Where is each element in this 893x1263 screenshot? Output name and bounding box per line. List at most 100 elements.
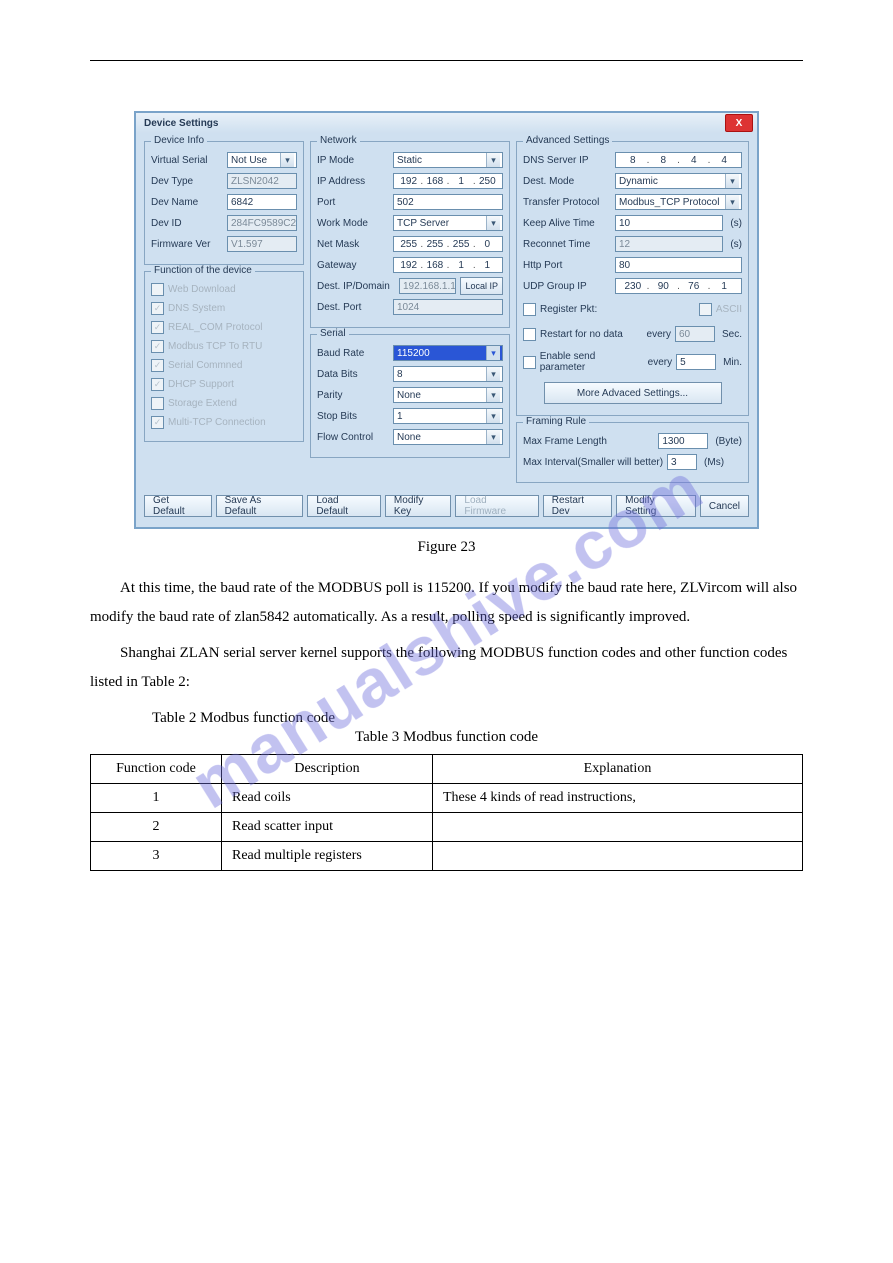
restart-dev-button[interactable]: Restart Dev	[543, 495, 612, 517]
th-code: Function code	[91, 754, 222, 783]
dest-port-label: Dest. Port	[317, 302, 389, 313]
netmask-field[interactable]: 255. 255. 255. 0	[393, 236, 503, 252]
load-firmware-button[interactable]: Load Firmware	[455, 495, 538, 517]
close-button[interactable]: X	[725, 114, 753, 132]
save-default-button[interactable]: Save As Default	[216, 495, 304, 517]
udp-label: UDP Group IP	[523, 281, 611, 292]
framing-group: Framing Rule Max Frame Length 1300 (Byte…	[516, 422, 749, 483]
dest-mode-select[interactable]: Dynamic	[615, 173, 742, 189]
work-mode-select[interactable]: TCP Server	[393, 215, 503, 231]
th-desc: Description	[222, 754, 433, 783]
keepalive-field[interactable]: 10	[615, 215, 723, 231]
function-checkbox[interactable]	[151, 397, 164, 410]
stopbits-label: Stop Bits	[317, 411, 389, 422]
function-item: Web Download	[151, 281, 297, 297]
http-label: Http Port	[523, 260, 611, 271]
databits-select[interactable]: 8	[393, 366, 503, 382]
register-pkt-checkbox[interactable]	[523, 303, 536, 316]
function-checkbox[interactable]: ✓	[151, 340, 164, 353]
modify-key-button[interactable]: Modify Key	[385, 495, 451, 517]
cancel-button[interactable]: Cancel	[700, 495, 749, 517]
function-checkbox[interactable]	[151, 283, 164, 296]
function-item: ✓Serial Commned	[151, 357, 297, 373]
function-item: ✓DHCP Support	[151, 376, 297, 392]
ascii-checkbox[interactable]	[699, 303, 712, 316]
function-item: ✓DNS System	[151, 300, 297, 316]
function-checkbox[interactable]: ✓	[151, 416, 164, 429]
dev-id-label: Dev ID	[151, 218, 223, 229]
maxframe-label: Max Frame Length	[523, 436, 607, 447]
dev-type-field: ZLSN2042	[227, 173, 297, 189]
ip-address-field[interactable]: 192. 168. 1. 250	[393, 173, 503, 189]
figure-caption: Figure 23	[90, 539, 803, 556]
network-legend: Network	[317, 135, 360, 146]
send-value-field[interactable]: 5	[676, 354, 716, 370]
dev-type-label: Dev Type	[151, 176, 223, 187]
dest-ip-label: Dest. IP/Domain	[317, 281, 395, 292]
port-field[interactable]: 502	[393, 194, 503, 210]
transfer-select[interactable]: Modbus_TCP Protocol	[615, 194, 742, 210]
dest-ip-field[interactable]: 192.168.1.149	[399, 278, 456, 294]
more-advanced-button[interactable]: More Advaced Settings...	[544, 382, 722, 404]
virtual-serial-select[interactable]: Not Use	[227, 152, 297, 168]
paragraph-1: At this time, the baud rate of the MODBU…	[90, 574, 803, 631]
databits-label: Data Bits	[317, 369, 389, 380]
network-group: Network IP Mode Static IP Address 192. 1…	[310, 141, 510, 328]
parity-select[interactable]: None	[393, 387, 503, 403]
window-title: Device Settings	[144, 118, 218, 129]
restart-every-label: every	[647, 329, 671, 340]
function-label: Modbus TCP To RTU	[168, 341, 262, 352]
dev-name-field[interactable]: 6842	[227, 194, 297, 210]
dns-label: DNS Server IP	[523, 155, 611, 166]
maxinterval-unit: (Ms)	[704, 457, 724, 468]
reconnect-field[interactable]: 12	[615, 236, 723, 252]
udp-field[interactable]: 230. 90. 76. 1	[615, 278, 742, 294]
function-checkbox[interactable]: ✓	[151, 321, 164, 334]
dev-id-field: 284FC9589C2B	[227, 215, 297, 231]
dest-port-field[interactable]: 1024	[393, 299, 503, 315]
ip-mode-select[interactable]: Static	[393, 152, 503, 168]
stopbits-select[interactable]: 1	[393, 408, 503, 424]
get-default-button[interactable]: Get Default	[144, 495, 212, 517]
maxframe-field[interactable]: 1300	[658, 433, 708, 449]
reconnect-unit: (s)	[730, 239, 742, 250]
send-param-checkbox[interactable]	[523, 356, 536, 369]
paragraph-2: Shanghai ZLAN serial server kernel suppo…	[90, 639, 803, 696]
keepalive-label: Keep Alive Time	[523, 218, 611, 229]
keepalive-unit: (s)	[730, 218, 742, 229]
modbus-table: Function code Description Explanation 1 …	[90, 754, 803, 871]
http-field[interactable]: 80	[615, 257, 742, 273]
device-settings-screenshot: Device Settings X Device Info Virtual Se…	[134, 111, 759, 529]
local-ip-button[interactable]: Local IP	[460, 277, 503, 295]
table-header-row: Function code Description Explanation	[91, 754, 803, 783]
table-row: 2 Read scatter input	[91, 812, 803, 841]
dns-field[interactable]: 8. 8. 4. 4	[615, 152, 742, 168]
advanced-legend: Advanced Settings	[523, 135, 612, 146]
device-info-group: Device Info Virtual Serial Not Use Dev T…	[144, 141, 304, 265]
ip-address-label: IP Address	[317, 176, 389, 187]
maxinterval-field[interactable]: 3	[667, 454, 697, 470]
dev-name-label: Dev Name	[151, 197, 223, 208]
function-checkbox[interactable]: ✓	[151, 302, 164, 315]
flow-select[interactable]: None	[393, 429, 503, 445]
page: Device Settings X Device Info Virtual Se…	[0, 0, 893, 911]
modify-setting-button[interactable]: Modify Setting	[616, 495, 696, 517]
function-label: Storage Extend	[168, 398, 237, 409]
function-checkbox[interactable]: ✓	[151, 359, 164, 372]
framing-legend: Framing Rule	[523, 416, 589, 427]
load-default-button[interactable]: Load Default	[307, 495, 381, 517]
ascii-label: ASCII	[716, 304, 742, 315]
function-item: ✓ REAL_COM Protocol	[151, 319, 297, 335]
function-label: REAL_COM Protocol	[168, 322, 262, 333]
advanced-group: Advanced Settings DNS Server IP 8. 8. 4.…	[516, 141, 749, 416]
restart-nodata-checkbox[interactable]	[523, 328, 536, 341]
restart-value-field[interactable]: 60	[675, 326, 715, 342]
baud-select[interactable]: 115200	[393, 345, 503, 361]
gateway-field[interactable]: 192. 168. 1. 1	[393, 257, 503, 273]
send-param-label: Enable send parameter	[540, 351, 641, 373]
function-checkbox[interactable]: ✓	[151, 378, 164, 391]
button-row: Get Default Save As Default Load Default…	[136, 491, 757, 527]
port-label: Port	[317, 197, 389, 208]
restart-nodata-label: Restart for no data	[540, 329, 623, 340]
netmask-label: Net Mask	[317, 239, 389, 250]
